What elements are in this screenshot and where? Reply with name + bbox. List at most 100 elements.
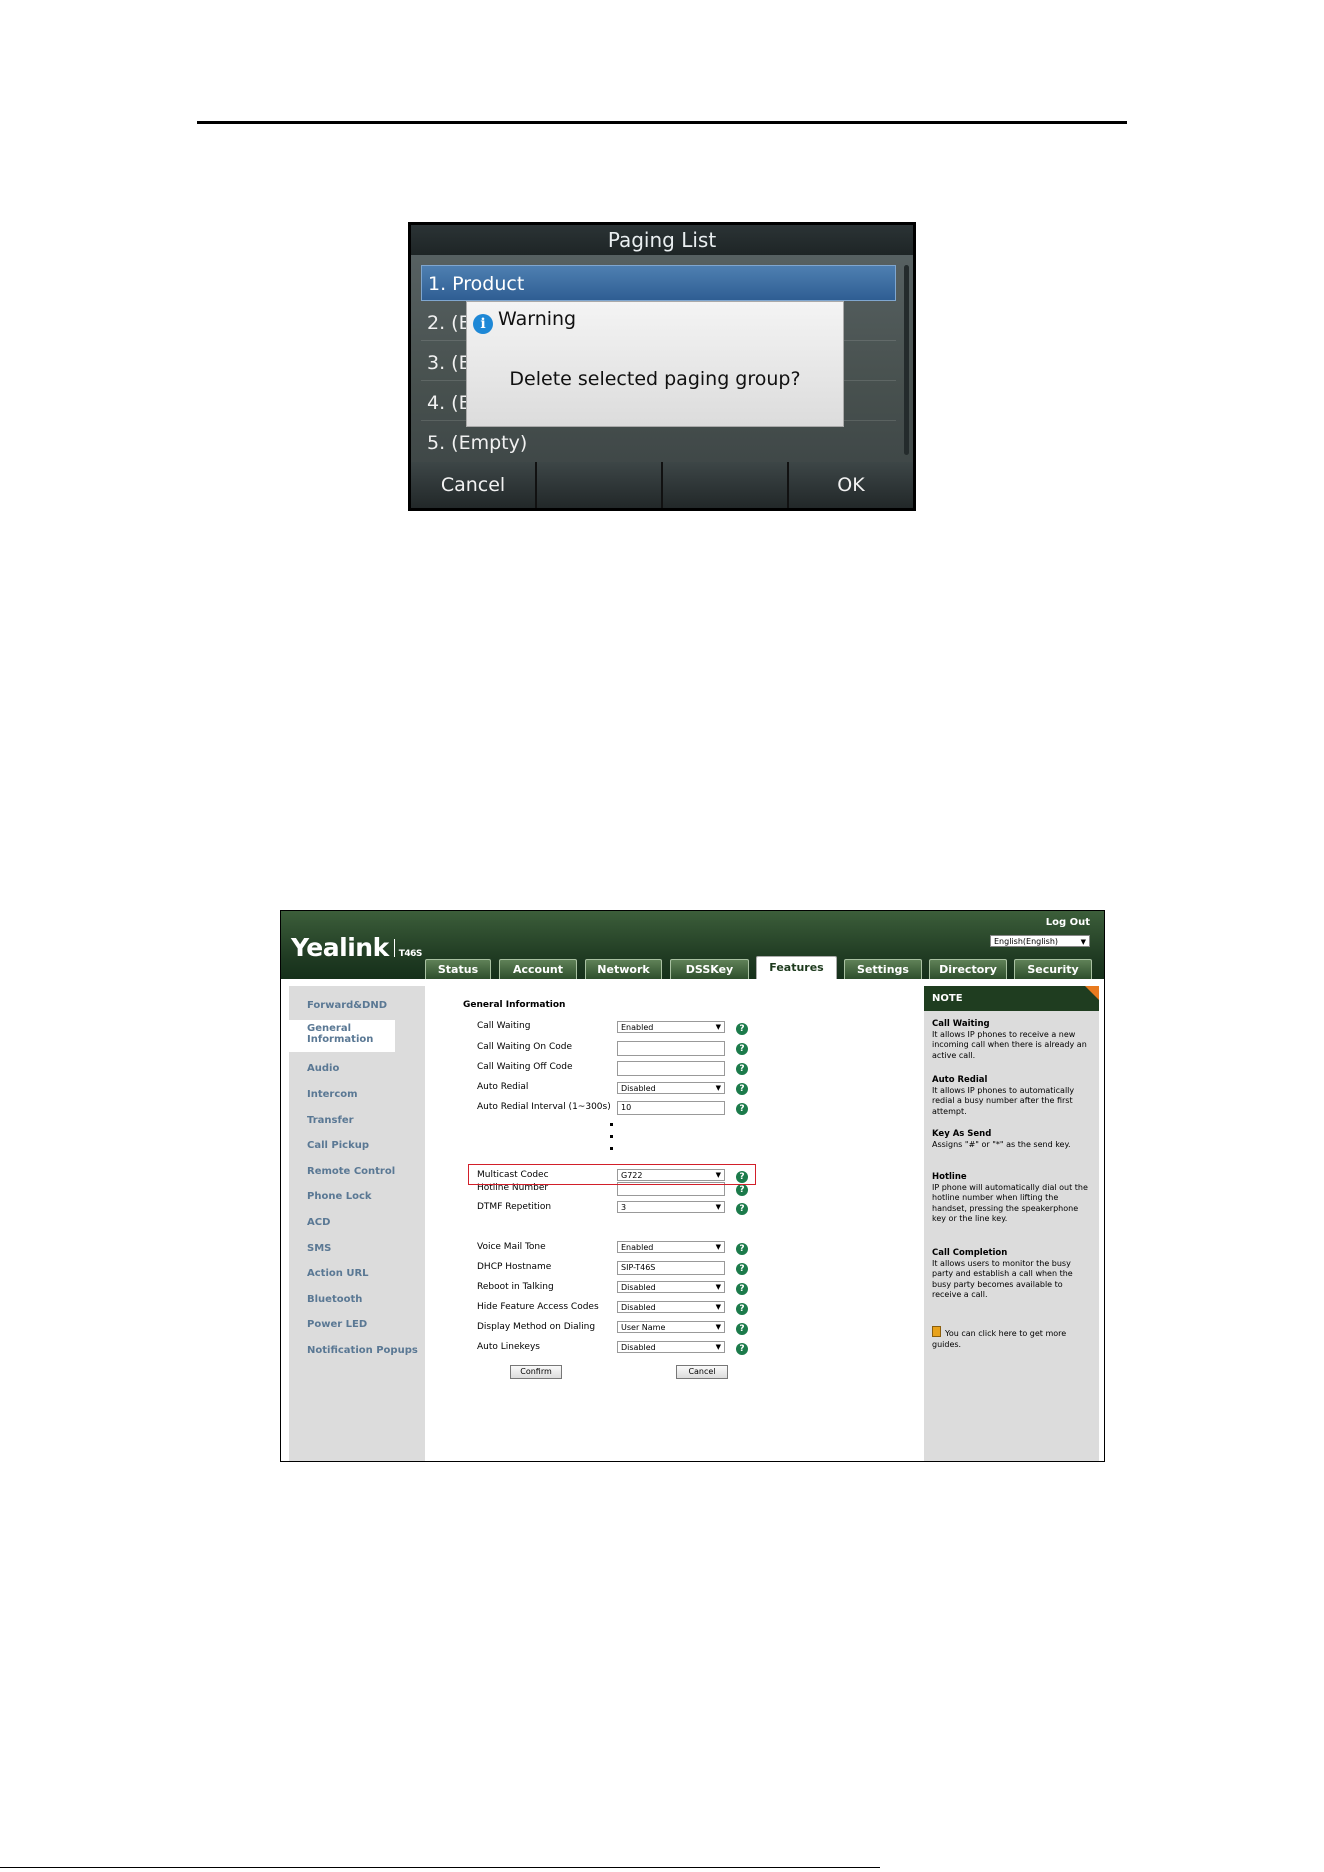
sidebar-item-call-pickup[interactable]: Call Pickup: [289, 1140, 425, 1151]
sidebar-item-action-url[interactable]: Action URL: [289, 1268, 425, 1279]
list-scrollbar[interactable]: [904, 265, 909, 455]
note-text: It allows IP phones to receive a new inc…: [932, 1029, 1087, 1060]
call-waiting-on-code-input[interactable]: [617, 1041, 725, 1056]
section-title: General Information: [463, 1000, 566, 1010]
dtmf-repetition-select[interactable]: 3 ▼: [617, 1201, 725, 1213]
cancel-button[interactable]: Cancel: [676, 1365, 728, 1379]
general-information-form: General Information Call Waiting Enabled…: [425, 979, 915, 1461]
logout-link[interactable]: Log Out: [1046, 917, 1090, 928]
call-waiting-off-code-input[interactable]: [617, 1061, 725, 1076]
tab-network[interactable]: Network: [585, 959, 662, 979]
help-icon[interactable]: ?: [736, 1243, 748, 1255]
help-icon[interactable]: ?: [736, 1023, 748, 1035]
chevron-down-icon: ▼: [715, 1323, 721, 1331]
guide-book-icon: [932, 1326, 941, 1337]
chevron-down-icon: ▼: [715, 1171, 721, 1179]
phone-screen-title: Paging List: [411, 225, 913, 255]
multicast-codec-select[interactable]: G722 ▼: [617, 1169, 725, 1181]
note-text: IP phone will automatically dial out the…: [932, 1182, 1088, 1224]
paging-list-item[interactable]: 1. Product: [421, 265, 896, 301]
note-panel: NOTE Call Waiting It allows IP phones to…: [924, 986, 1099, 1461]
help-icon[interactable]: ?: [736, 1263, 748, 1275]
hide-feature-access-codes-select[interactable]: Disabled ▼: [617, 1301, 725, 1313]
sidebar-item-forward-dnd[interactable]: Forward&DND: [289, 1000, 425, 1011]
sidebar-item-sms[interactable]: SMS: [289, 1243, 425, 1254]
select-value: 3: [621, 1203, 627, 1212]
sidebar-item-power-led[interactable]: Power LED: [289, 1319, 425, 1330]
field-label: DTMF Repetition: [477, 1202, 552, 1212]
reboot-in-talking-select[interactable]: Disabled ▼: [617, 1281, 725, 1293]
paging-list-item[interactable]: 5. (Empty): [421, 425, 896, 461]
select-value: Enabled: [621, 1243, 654, 1252]
note-item: Auto Redial It allows IP phones to autom…: [932, 1075, 1092, 1117]
field-label: DHCP Hostname: [477, 1262, 552, 1272]
confirm-button[interactable]: Confirm: [510, 1365, 562, 1379]
note-text: Assigns "#" or "*" as the send key.: [932, 1139, 1071, 1149]
cancel-softkey[interactable]: Cancel: [411, 462, 535, 508]
help-icon[interactable]: ?: [736, 1043, 748, 1055]
sidebar-item-transfer[interactable]: Transfer: [289, 1115, 425, 1126]
tab-dsskey[interactable]: DSSKey: [670, 959, 749, 979]
voice-mail-tone-select[interactable]: Enabled ▼: [617, 1241, 725, 1253]
chevron-down-icon: ▼: [1080, 938, 1086, 946]
softkey-3[interactable]: [663, 462, 787, 508]
more-guides-link[interactable]: You can click here to get more guides.: [932, 1326, 1092, 1350]
tab-account[interactable]: Account: [499, 959, 577, 979]
field-label: Call Waiting On Code: [477, 1042, 572, 1052]
note-item: Hotline IP phone will automatically dial…: [932, 1172, 1092, 1225]
softkey-2[interactable]: [537, 462, 661, 508]
help-icon[interactable]: ?: [736, 1184, 748, 1196]
select-value: Disabled: [621, 1303, 656, 1312]
note-item: Call Waiting It allows IP phones to rece…: [932, 1019, 1092, 1061]
sidebar-item-audio[interactable]: Audio: [289, 1063, 425, 1074]
dhcp-hostname-input[interactable]: SIP-T46S: [617, 1261, 725, 1275]
phone-screen: Paging List 1. Product 2. (En 3. (En 4. …: [408, 222, 916, 511]
sidebar-item-phone-lock[interactable]: Phone Lock: [289, 1191, 425, 1202]
field-label: Display Method on Dialing: [477, 1322, 596, 1332]
ok-softkey[interactable]: OK: [789, 462, 913, 508]
sidebar-item-notification-popups[interactable]: Notification Popups: [289, 1345, 425, 1356]
tab-settings[interactable]: Settings: [844, 959, 922, 979]
auto-redial-select[interactable]: Disabled ▼: [617, 1082, 725, 1094]
select-value: Disabled: [621, 1084, 656, 1093]
select-value: Enabled: [621, 1023, 654, 1032]
tab-security[interactable]: Security: [1014, 959, 1092, 979]
chevron-down-icon: ▼: [715, 1084, 721, 1092]
omitted-fields-ellipsis: [608, 1123, 614, 1163]
auto-linekeys-select[interactable]: Disabled ▼: [617, 1341, 725, 1353]
chevron-down-icon: ▼: [715, 1243, 721, 1251]
note-text: It allows users to monitor the busy part…: [932, 1258, 1073, 1300]
select-value: Disabled: [621, 1283, 656, 1292]
note-corner-fold: [1085, 986, 1099, 1000]
sidebar-item-intercom[interactable]: Intercom: [289, 1089, 425, 1100]
softkey-bar: Cancel OK: [411, 462, 913, 508]
sidebar-item-remote-control[interactable]: Remote Control: [289, 1166, 425, 1177]
phone-display: Paging List 1. Product 2. (En 3. (En 4. …: [411, 225, 913, 508]
tab-features[interactable]: Features: [756, 956, 837, 980]
tab-directory[interactable]: Directory: [929, 959, 1007, 979]
select-value: User Name: [621, 1323, 666, 1332]
tab-status[interactable]: Status: [425, 959, 491, 979]
auto-redial-interval-input[interactable]: 10: [617, 1101, 725, 1115]
help-icon[interactable]: ?: [736, 1103, 748, 1115]
help-icon[interactable]: ?: [736, 1303, 748, 1315]
sidebar-item-bluetooth[interactable]: Bluetooth: [289, 1294, 425, 1305]
web-user-interface: Yealink T46S Log Out English(English) ▼ St…: [280, 910, 1105, 1462]
help-icon[interactable]: ?: [736, 1343, 748, 1355]
note-text: It allows IP phones to automatically red…: [932, 1085, 1075, 1116]
help-icon[interactable]: ?: [736, 1063, 748, 1075]
help-icon[interactable]: ?: [736, 1323, 748, 1335]
sidebar-item-acd[interactable]: ACD: [289, 1217, 425, 1228]
field-label: Multicast Codec: [477, 1170, 549, 1180]
help-icon[interactable]: ?: [736, 1203, 748, 1215]
language-value: English(English): [994, 937, 1059, 946]
help-icon[interactable]: ?: [736, 1171, 748, 1183]
language-select[interactable]: English(English) ▼: [990, 935, 1090, 947]
display-method-on-dialing-select[interactable]: User Name ▼: [617, 1321, 725, 1333]
help-icon[interactable]: ?: [736, 1083, 748, 1095]
help-icon[interactable]: ?: [736, 1283, 748, 1295]
call-waiting-select[interactable]: Enabled ▼: [617, 1021, 725, 1033]
sidebar-item-general-information[interactable]: General Information: [289, 1020, 395, 1052]
warning-title-text: Warning: [498, 308, 577, 330]
footer-rule: [0, 1867, 880, 1868]
